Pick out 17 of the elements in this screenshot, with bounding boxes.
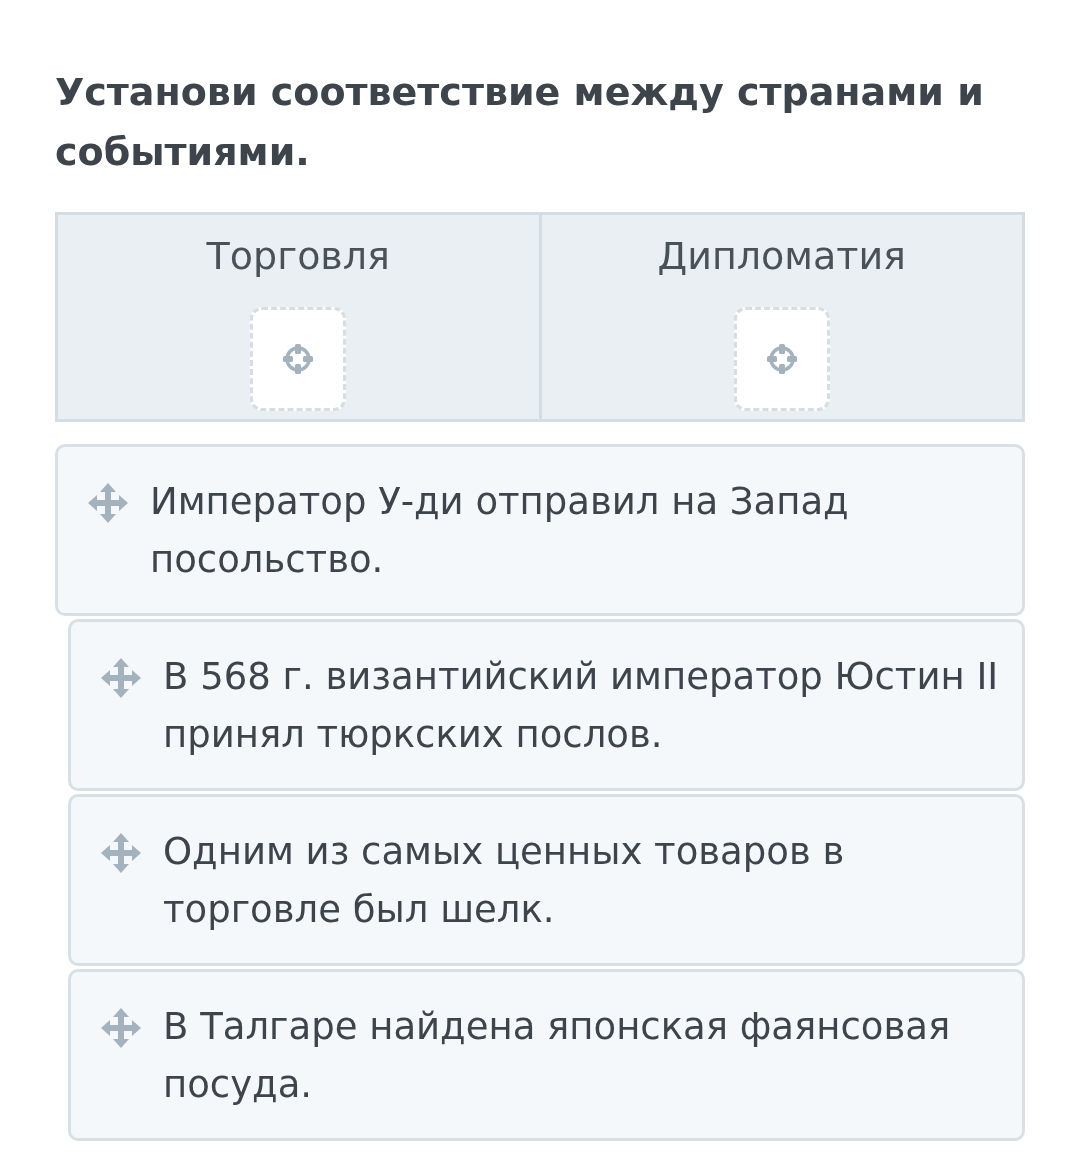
draggable-card[interactable]: Одним из самых ценных товаров в торговле был шелк.: [68, 794, 1025, 966]
drop-zone[interactable]: [250, 307, 347, 411]
draggable-card[interactable]: В 568 г. византийский император Юстин II принял тюркских послов.: [68, 619, 1025, 791]
column-header: Дипломатия: [657, 233, 906, 280]
drop-zone[interactable]: [733, 307, 830, 411]
move-icon: [99, 656, 143, 700]
move-icon: [99, 831, 143, 875]
move-icon: [86, 481, 130, 525]
card-text: Император У-ди отправил на Запад посольство.: [150, 479, 850, 583]
move-icon: [99, 1006, 143, 1050]
draggable-card[interactable]: В Талгаре найдена японская фаянсовая посуда.: [68, 969, 1025, 1141]
card-text: В Талгаре найдена японская фаянсовая посуда.: [163, 1004, 952, 1108]
draggable-card[interactable]: Император У-ди отправил на Запад посольство.: [55, 444, 1025, 616]
column-header: Торговля: [206, 233, 390, 280]
card-text: Одним из самых ценных товаров в торговле был шелк.: [163, 829, 846, 933]
question-title: Установи соответствие между странами и событиями.: [55, 69, 985, 176]
card-text: В 568 г. византийский император Юстин II принял тюркских послов.: [163, 654, 1000, 758]
